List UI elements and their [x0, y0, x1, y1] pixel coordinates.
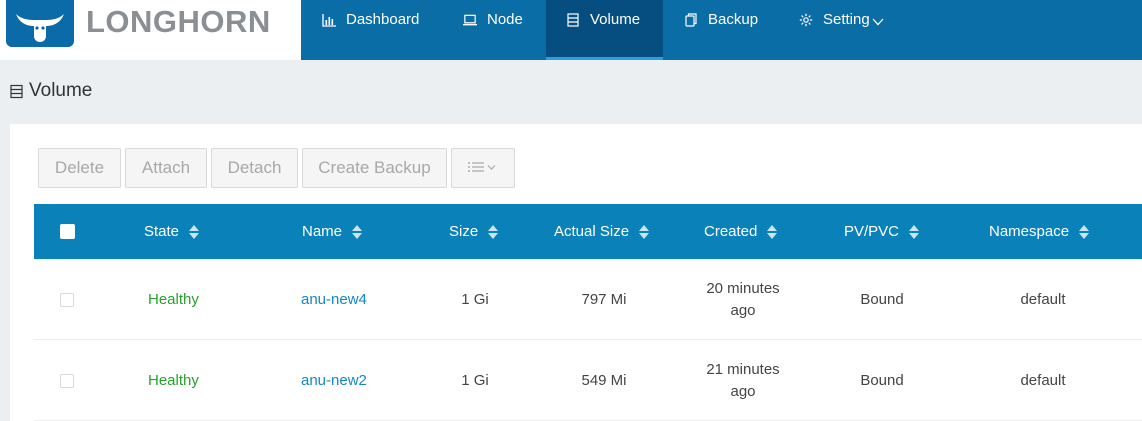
column-header-created[interactable]: Created — [704, 204, 778, 259]
volume-name-link[interactable]: anu-new4 — [301, 259, 367, 340]
state-cell: Healthy — [148, 372, 199, 389]
column-header-name[interactable]: Name — [302, 204, 363, 259]
table-row: Healthy anu-new2 1 Gi 549 Mi 21 minutes … — [34, 340, 1142, 421]
namespace-cell: default — [1020, 372, 1066, 389]
pvpvc-cell: Bound — [860, 372, 904, 389]
size-cell: 1 Gi — [461, 372, 489, 389]
nav-label: Setting — [823, 11, 870, 28]
more-actions-button[interactable] — [451, 148, 515, 188]
page-title: Volume — [10, 80, 92, 102]
nav-label: Dashboard — [346, 11, 420, 28]
page-title-text: Volume — [29, 80, 93, 101]
sort-icon — [1079, 224, 1090, 239]
longhorn-logo-icon — [6, 0, 74, 47]
row-checkbox[interactable] — [60, 293, 74, 307]
nav-label: Node — [487, 11, 523, 28]
sort-icon — [909, 224, 920, 239]
chevron-down-icon — [872, 13, 884, 30]
attach-button[interactable]: Attach — [125, 148, 207, 188]
create-backup-button[interactable]: Create Backup — [302, 148, 447, 188]
laptop-icon — [463, 13, 477, 27]
sort-icon — [189, 224, 200, 239]
volume-name-link[interactable]: anu-new2 — [301, 340, 367, 421]
column-header-namespace[interactable]: Namespace — [989, 204, 1090, 259]
nav-setting[interactable]: Setting — [776, 0, 906, 60]
column-header-actual-size[interactable]: Actual Size — [554, 204, 650, 259]
nav-node[interactable]: Node — [441, 0, 546, 60]
list-dropdown-icon — [467, 158, 499, 178]
select-all-checkbox[interactable] — [60, 224, 75, 239]
pvpvc-cell: Bound — [860, 291, 904, 308]
table-header: State Name Size Actual Size Created PV/P… — [34, 204, 1142, 259]
database-icon — [566, 13, 580, 27]
column-header-state[interactable]: State — [144, 204, 200, 259]
nav-label: Backup — [708, 11, 759, 28]
created-cell: 20 minutes ago — [706, 279, 780, 319]
gear-icon — [799, 13, 813, 27]
database-icon — [10, 83, 24, 99]
nav-volume[interactable]: Volume — [546, 0, 663, 60]
sort-icon — [767, 224, 778, 239]
state-cell: Healthy — [148, 291, 199, 308]
namespace-cell: default — [1020, 291, 1066, 308]
sort-icon — [352, 224, 363, 239]
nav-label: Volume — [590, 11, 641, 28]
nav-dashboard[interactable]: Dashboard — [301, 0, 439, 60]
column-header-size[interactable]: Size — [449, 204, 499, 259]
actual-size-cell: 797 Mi — [581, 291, 627, 308]
bar-chart-icon — [322, 13, 336, 27]
top-navbar: LONGHORN Dashboard Node Volume Backup Se… — [0, 0, 1142, 60]
brand-name: LONGHORN — [86, 4, 271, 39]
actual-size-cell: 549 Mi — [581, 372, 627, 389]
copy-icon — [684, 13, 698, 27]
delete-button[interactable]: Delete — [38, 148, 121, 188]
created-cell: 21 minutes ago — [706, 360, 780, 400]
row-checkbox[interactable] — [60, 374, 74, 388]
table-row: Healthy anu-new4 1 Gi 797 Mi 20 minutes … — [34, 259, 1142, 340]
sort-icon — [488, 224, 499, 239]
size-cell: 1 Gi — [461, 291, 489, 308]
nav-backup[interactable]: Backup — [663, 0, 776, 60]
brand[interactable]: LONGHORN — [0, 0, 301, 60]
detach-button[interactable]: Detach — [211, 148, 298, 188]
column-header-pvpvc[interactable]: PV/PVC — [844, 204, 920, 259]
sort-icon — [639, 224, 650, 239]
